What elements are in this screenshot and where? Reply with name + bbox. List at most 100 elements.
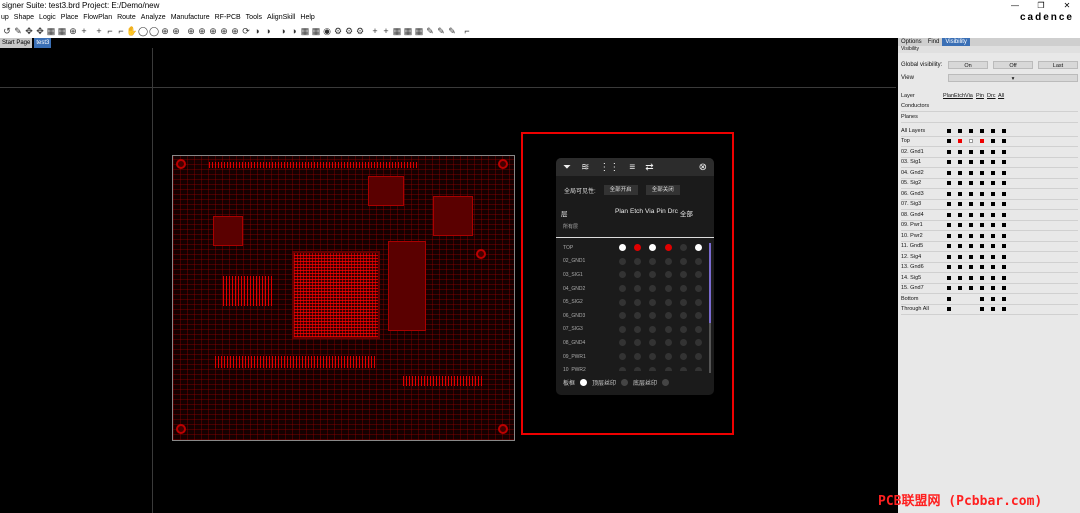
visibility-toggle[interactable] [679, 298, 687, 306]
visibility-toggle[interactable] [679, 339, 687, 347]
pin-icon[interactable]: ✎ [447, 26, 457, 36]
tab-visibility[interactable]: Visibility [942, 38, 970, 46]
visibility-checkbox[interactable] [947, 181, 951, 186]
pin-icon[interactable]: ✎ [13, 26, 23, 36]
visibility-checkbox[interactable] [991, 160, 995, 165]
visibility-checkbox[interactable] [980, 160, 984, 165]
top-silk-toggle[interactable] [621, 379, 629, 386]
group-conductors[interactable]: Conductors [901, 101, 1078, 112]
layer-list[interactable]: TOP 02_GND1 03_SIG1 04_GND2 05_SIG2 06_GND3 07… [563, 241, 707, 371]
visibility-checkbox[interactable] [1002, 139, 1006, 144]
visibility-toggle[interactable] [649, 298, 657, 306]
visibility-toggle[interactable] [664, 271, 672, 279]
view-select[interactable]: ▾ [948, 74, 1078, 82]
visibility-checkbox[interactable] [1002, 286, 1006, 291]
visibility-checkbox[interactable] [947, 254, 951, 259]
visibility-checkbox[interactable] [969, 212, 973, 217]
visibility-checkbox[interactable] [1002, 181, 1006, 186]
visibility-checkbox[interactable] [969, 307, 973, 311]
visibility-row[interactable]: 12. Sig4 [901, 252, 1078, 263]
visibility-checkbox[interactable] [991, 233, 995, 238]
visibility-checkbox[interactable] [991, 202, 995, 207]
visibility-toggle[interactable] [664, 325, 672, 333]
menu-manufacture[interactable]: Manufacture [171, 12, 210, 24]
visibility-row[interactable]: 09. Pwr1 [901, 221, 1078, 231]
visibility-checkbox[interactable] [958, 233, 962, 238]
visibility-checkbox[interactable] [980, 286, 984, 291]
visibility-checkbox[interactable] [958, 202, 962, 207]
visibility-checkbox[interactable] [991, 223, 995, 228]
visibility-checkbox[interactable] [958, 191, 962, 196]
visibility-toggle[interactable] [679, 353, 687, 361]
visibility-checkbox[interactable] [947, 212, 951, 217]
menu-place[interactable]: Place [61, 12, 79, 24]
add-icon[interactable]: + [370, 26, 380, 36]
visibility-toggle[interactable] [664, 353, 672, 361]
visibility-toggle[interactable] [634, 244, 642, 252]
visibility-checkbox[interactable] [980, 244, 984, 249]
scrollbar[interactable] [709, 243, 711, 373]
visibility-checkbox[interactable] [980, 202, 984, 207]
col-etch[interactable]: Etch [954, 93, 965, 99]
layer-row[interactable]: TOP [563, 241, 707, 255]
refresh-icon[interactable]: ⟳ [241, 26, 251, 36]
visibility-checkbox[interactable] [969, 181, 973, 186]
visibility-toggle[interactable] [649, 353, 657, 361]
visibility-checkbox[interactable] [991, 170, 995, 175]
hand-icon[interactable]: ✋ [126, 26, 137, 36]
visibility-checkbox[interactable] [958, 286, 962, 291]
all-on-button[interactable]: 全部开启 [603, 185, 638, 195]
pin-icon[interactable]: ✎ [425, 26, 435, 36]
tab-start-page[interactable]: Start Page [0, 38, 33, 48]
zoom-icon[interactable]: ⊕ [197, 26, 207, 36]
layer-row[interactable]: 03_SIG1 [563, 268, 707, 282]
visibility-row[interactable]: 03. Sig1 [901, 158, 1078, 168]
add-icon[interactable]: + [94, 26, 104, 36]
visibility-row[interactable]: 04. Gnd2 [901, 168, 1078, 179]
visibility-checkbox[interactable] [969, 254, 973, 259]
visibility-checkbox[interactable] [958, 244, 962, 249]
visibility-checkbox[interactable] [991, 296, 995, 301]
circle-icon[interactable]: ◯ [149, 26, 159, 36]
visibility-checkbox[interactable] [958, 297, 962, 301]
col-drc[interactable]: Drc [987, 93, 998, 99]
tab-find[interactable]: Find [925, 38, 943, 46]
list-icon[interactable]: ≡ [629, 162, 635, 173]
gear-icon[interactable]: ⚙ [344, 26, 354, 36]
visibility-checkbox[interactable] [947, 160, 951, 165]
visibility-row[interactable]: 15. Gnd7 [901, 284, 1078, 294]
visibility-toggle[interactable] [649, 366, 657, 371]
visibility-row[interactable]: 08. Gnd4 [901, 210, 1078, 221]
visibility-toggle[interactable] [694, 325, 702, 333]
visibility-checkbox[interactable] [947, 233, 951, 238]
menu-help[interactable]: Help [300, 12, 314, 24]
visibility-row[interactable]: 06. Gnd3 [901, 189, 1078, 200]
menu-tools[interactable]: Tools [246, 12, 262, 24]
visibility-checkbox[interactable] [980, 170, 984, 175]
visibility-checkbox[interactable] [991, 265, 995, 270]
visibility-checkbox[interactable] [969, 223, 973, 228]
pin-icon[interactable]: ✎ [436, 26, 446, 36]
visibility-checkbox[interactable] [969, 149, 973, 154]
visibility-checkbox[interactable] [958, 181, 962, 186]
layer-row[interactable]: 08_GND4 [563, 336, 707, 350]
menu-alignskill[interactable]: AlignSkill [267, 12, 295, 24]
visibility-checkbox[interactable] [947, 170, 951, 175]
visibility-checkbox[interactable] [958, 170, 962, 175]
visibility-checkbox[interactable] [947, 307, 951, 312]
visibility-checkbox[interactable] [980, 191, 984, 196]
bottom-silk-toggle[interactable] [662, 379, 670, 386]
visibility-checkbox[interactable] [947, 128, 951, 133]
visibility-checkbox[interactable] [969, 297, 973, 301]
visibility-toggle[interactable] [694, 339, 702, 347]
menu-shape[interactable]: Shape [14, 12, 34, 24]
visibility-checkbox[interactable] [947, 286, 951, 291]
visibility-checkbox[interactable] [980, 307, 984, 312]
visibility-checkbox[interactable] [1002, 223, 1006, 228]
visibility-toggle[interactable] [634, 325, 642, 333]
visibility-row[interactable]: 11. Gnd5 [901, 242, 1078, 252]
visibility-toggle[interactable] [619, 312, 626, 320]
visibility-checkbox[interactable] [958, 139, 962, 144]
visibility-toggle[interactable] [619, 366, 626, 371]
all-off-button[interactable]: 全部关闭 [645, 185, 680, 195]
